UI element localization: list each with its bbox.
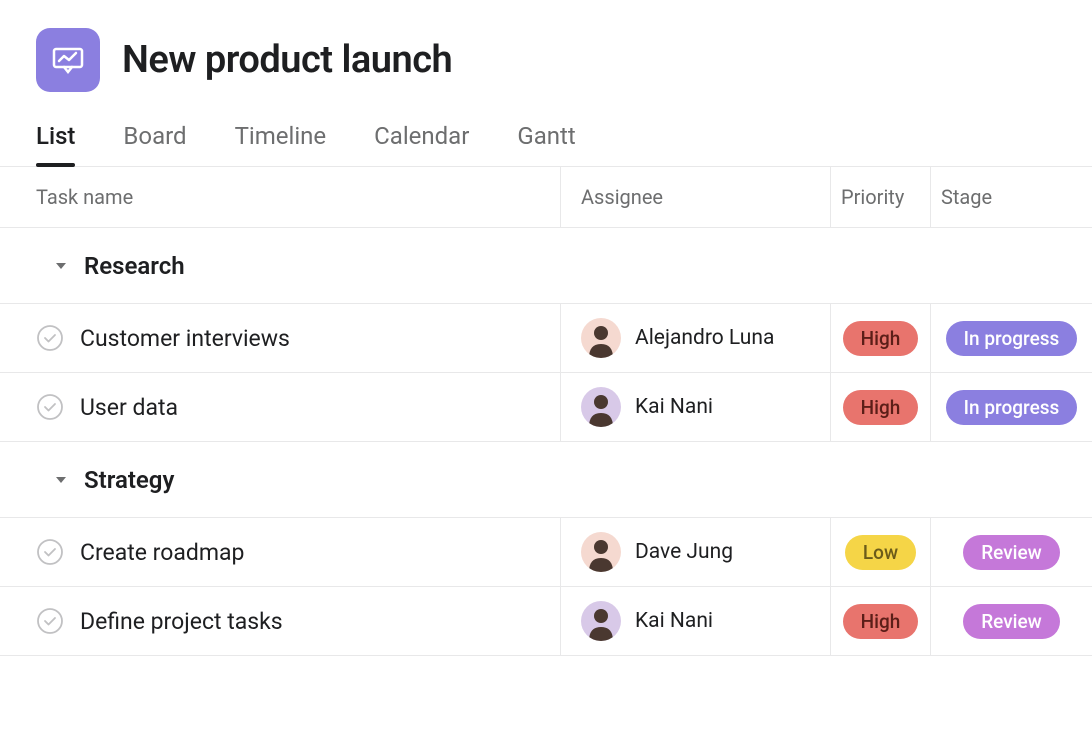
assignee-cell[interactable]: Dave Jung <box>560 518 830 586</box>
stage-cell[interactable]: In progress <box>930 304 1092 372</box>
section-name: Research <box>84 252 185 280</box>
assignee-name: Alejandro Luna <box>635 326 774 350</box>
task-name-cell[interactable]: User data <box>0 373 560 441</box>
task-name: Customer interviews <box>80 325 290 352</box>
task-row[interactable]: Define project tasks Kai Nani High Revie… <box>0 586 1092 656</box>
project-header: New product launch <box>0 0 1092 104</box>
avatar[interactable] <box>581 318 621 358</box>
column-header-task[interactable]: Task name <box>0 167 560 227</box>
column-header-stage[interactable]: Stage <box>930 167 1092 227</box>
task-list-body: Research Customer interviews Alejandro L… <box>0 228 1092 656</box>
section-name: Strategy <box>84 466 174 494</box>
task-name: User data <box>80 394 178 421</box>
stage-cell[interactable]: Review <box>930 518 1092 586</box>
check-circle-icon[interactable] <box>36 607 64 635</box>
assignee-name: Kai Nani <box>635 395 713 419</box>
tab-timeline[interactable]: Timeline <box>235 122 327 166</box>
tab-calendar[interactable]: Calendar <box>374 122 469 166</box>
task-name-cell[interactable]: Define project tasks <box>0 587 560 655</box>
avatar[interactable] <box>581 387 621 427</box>
task-row[interactable]: Customer interviews Alejandro Luna High … <box>0 303 1092 373</box>
task-name: Create roadmap <box>80 539 244 566</box>
stage-cell[interactable]: Review <box>930 587 1092 655</box>
section-header[interactable]: Research <box>0 228 1092 304</box>
column-header-priority[interactable]: Priority <box>830 167 930 227</box>
priority-cell[interactable]: High <box>830 587 930 655</box>
stage-badge: In progress <box>946 390 1078 425</box>
assignee-cell[interactable]: Kai Nani <box>560 373 830 441</box>
stage-badge: In progress <box>946 321 1078 356</box>
table-header-row: Task name Assignee Priority Stage <box>0 167 1092 228</box>
stage-badge: Review <box>963 535 1060 570</box>
priority-badge: Low <box>845 535 916 570</box>
view-tabs: List Board Timeline Calendar Gantt <box>0 104 1092 167</box>
avatar[interactable] <box>581 601 621 641</box>
priority-cell[interactable]: Low <box>830 518 930 586</box>
priority-badge: High <box>843 321 919 356</box>
project-title: New product launch <box>122 38 452 82</box>
check-circle-icon[interactable] <box>36 393 64 421</box>
assignee-name: Dave Jung <box>635 540 733 564</box>
priority-badge: High <box>843 390 919 425</box>
section-header[interactable]: Strategy <box>0 442 1092 518</box>
assignee-cell[interactable]: Alejandro Luna <box>560 304 830 372</box>
task-row[interactable]: Create roadmap Dave Jung Low Review <box>0 517 1092 587</box>
caret-down-icon <box>54 473 68 487</box>
assignee-name: Kai Nani <box>635 609 713 633</box>
assignee-cell[interactable]: Kai Nani <box>560 587 830 655</box>
avatar[interactable] <box>581 532 621 572</box>
tab-list[interactable]: List <box>36 122 75 166</box>
caret-down-icon <box>54 259 68 273</box>
priority-badge: High <box>843 604 919 639</box>
priority-cell[interactable]: High <box>830 304 930 372</box>
task-name-cell[interactable]: Create roadmap <box>0 518 560 586</box>
stage-badge: Review <box>963 604 1060 639</box>
task-row[interactable]: User data Kai Nani High In progress <box>0 372 1092 442</box>
task-name: Define project tasks <box>80 608 283 635</box>
column-header-assignee[interactable]: Assignee <box>560 167 830 227</box>
check-circle-icon[interactable] <box>36 538 64 566</box>
task-name-cell[interactable]: Customer interviews <box>0 304 560 372</box>
priority-cell[interactable]: High <box>830 373 930 441</box>
check-circle-icon[interactable] <box>36 324 64 352</box>
tab-board[interactable]: Board <box>123 122 186 166</box>
tab-gantt[interactable]: Gantt <box>517 122 575 166</box>
stage-cell[interactable]: In progress <box>930 373 1092 441</box>
project-icon <box>36 28 100 92</box>
